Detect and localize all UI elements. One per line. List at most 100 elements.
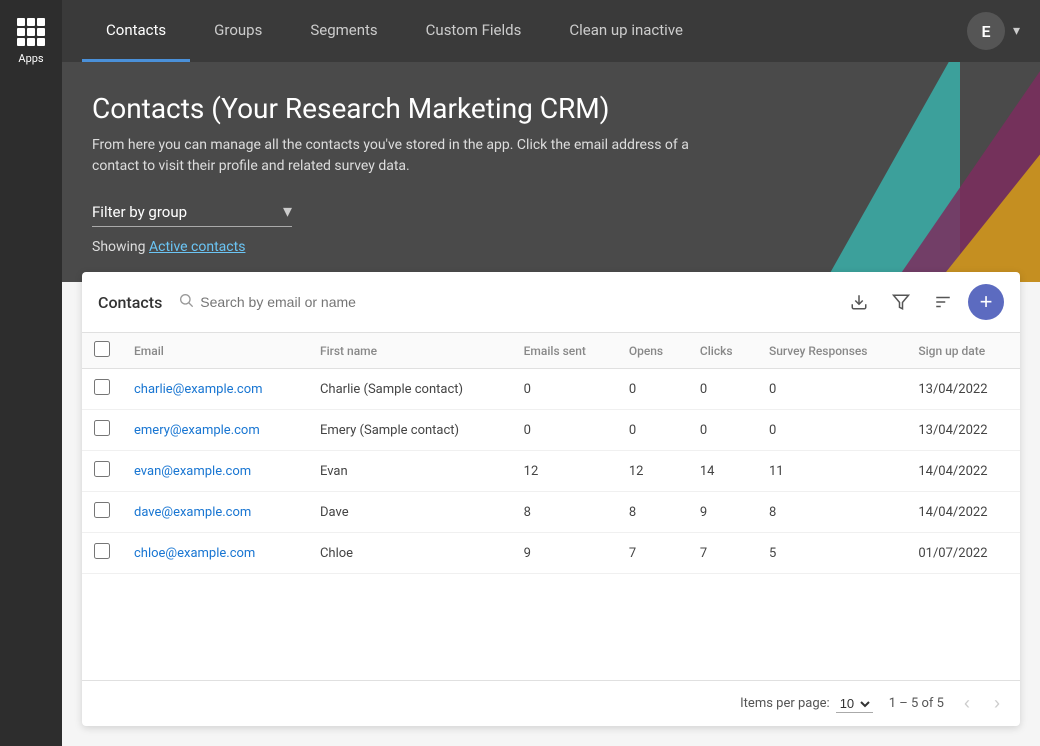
row-emails-sent: 0 — [512, 410, 617, 451]
row-first-name: Charlie (Sample contact) — [308, 369, 512, 410]
row-sign-up-date: 14/04/2022 — [906, 451, 1020, 492]
add-contact-button[interactable]: + — [968, 284, 1004, 320]
tab-clean-up-inactive[interactable]: Clean up inactive — [545, 0, 707, 62]
row-checkbox[interactable] — [94, 420, 110, 436]
hero-subtitle: From here you can manage all the contact… — [92, 135, 692, 177]
prev-page-button[interactable]: ‹ — [960, 691, 974, 716]
row-opens: 0 — [617, 410, 688, 451]
card-header: Contacts — [82, 272, 1020, 333]
row-first-name: Evan — [308, 451, 512, 492]
row-email: dave@example.com — [122, 492, 308, 533]
sidebar-item-apps[interactable]: Apps — [9, 10, 53, 73]
email-link[interactable]: emery@example.com — [134, 423, 260, 438]
row-sign-up-date: 14/04/2022 — [906, 492, 1020, 533]
email-link[interactable]: evan@example.com — [134, 464, 251, 479]
per-page-select[interactable]: 10 25 50 — [836, 695, 873, 713]
pagination-range: 1 – 5 of 5 — [889, 696, 944, 711]
email-link[interactable]: charlie@example.com — [134, 382, 263, 397]
row-emails-sent: 8 — [512, 492, 617, 533]
email-link[interactable]: dave@example.com — [134, 505, 251, 520]
next-page-button[interactable]: › — [990, 691, 1004, 716]
header-email: Email — [122, 333, 308, 369]
table-row: charlie@example.com Charlie (Sample cont… — [82, 369, 1020, 410]
email-link[interactable]: chloe@example.com — [134, 546, 255, 561]
sort-button[interactable] — [926, 285, 960, 319]
row-first-name: Chloe — [308, 533, 512, 574]
row-sign-up-date: 13/04/2022 — [906, 410, 1020, 451]
header-first-name: First name — [308, 333, 512, 369]
select-all-checkbox[interactable] — [94, 341, 110, 357]
sidebar: Apps — [0, 0, 62, 746]
showing-prefix: Showing — [92, 239, 146, 255]
header-emails-sent: Emails sent — [512, 333, 617, 369]
row-clicks: 0 — [688, 369, 757, 410]
filter-label: Filter by group — [92, 203, 187, 221]
top-navigation: Contacts Groups Segments Custom Fields C… — [62, 0, 1040, 62]
row-checkbox-cell — [82, 410, 122, 451]
row-emails-sent: 12 — [512, 451, 617, 492]
row-opens: 12 — [617, 451, 688, 492]
table-container: Email First name Emails sent Opens Click… — [82, 333, 1020, 680]
tab-segments[interactable]: Segments — [286, 0, 401, 62]
row-email: emery@example.com — [122, 410, 308, 451]
row-email: charlie@example.com — [122, 369, 308, 410]
row-sign-up-date: 13/04/2022 — [906, 369, 1020, 410]
pagination-row: Items per page: 10 25 50 1 – 5 of 5 ‹ › — [82, 680, 1020, 726]
row-opens: 7 — [617, 533, 688, 574]
contacts-table: Email First name Emails sent Opens Click… — [82, 333, 1020, 574]
filter-row: Filter by group ▾ — [92, 201, 1010, 227]
search-icon — [178, 292, 194, 312]
header-select-all — [82, 333, 122, 369]
row-checkbox[interactable] — [94, 379, 110, 395]
tab-contacts[interactable]: Contacts — [82, 0, 190, 62]
apps-grid-icon — [17, 18, 45, 46]
search-wrapper — [178, 292, 830, 312]
row-checkbox[interactable] — [94, 461, 110, 477]
row-checkbox-cell — [82, 369, 122, 410]
filter-by-group-dropdown[interactable]: Filter by group ▾ — [92, 201, 292, 227]
items-per-page-label: Items per page: — [740, 696, 830, 711]
search-input[interactable] — [200, 294, 830, 310]
contacts-card: Contacts — [82, 272, 1020, 726]
download-button[interactable] — [842, 285, 876, 319]
table-row: chloe@example.com Chloe 9 7 7 5 01/07/20… — [82, 533, 1020, 574]
row-survey-responses: 5 — [757, 533, 906, 574]
avatar-chevron-icon[interactable]: ▾ — [1013, 23, 1020, 39]
row-clicks: 14 — [688, 451, 757, 492]
row-checkbox[interactable] — [94, 543, 110, 559]
header-clicks: Clicks — [688, 333, 757, 369]
header-sign-up-date: Sign up date — [906, 333, 1020, 369]
row-first-name: Dave — [308, 492, 512, 533]
row-first-name: Emery (Sample contact) — [308, 410, 512, 451]
row-clicks: 7 — [688, 533, 757, 574]
apps-label: Apps — [18, 52, 43, 65]
row-clicks: 9 — [688, 492, 757, 533]
row-email: evan@example.com — [122, 451, 308, 492]
row-opens: 8 — [617, 492, 688, 533]
active-contacts-link[interactable]: Active contacts — [149, 239, 245, 255]
row-checkbox-cell — [82, 533, 122, 574]
header-survey-responses: Survey Responses — [757, 333, 906, 369]
main-content: Contacts Groups Segments Custom Fields C… — [62, 0, 1040, 746]
items-per-page: Items per page: 10 25 50 — [740, 695, 873, 713]
row-checkbox-cell — [82, 451, 122, 492]
table-row: evan@example.com Evan 12 12 14 11 14/04/… — [82, 451, 1020, 492]
nav-right: E ▾ — [967, 12, 1020, 50]
row-checkbox[interactable] — [94, 502, 110, 518]
table-row: emery@example.com Emery (Sample contact)… — [82, 410, 1020, 451]
contacts-tbody: charlie@example.com Charlie (Sample cont… — [82, 369, 1020, 574]
tab-custom-fields[interactable]: Custom Fields — [402, 0, 546, 62]
filter-button[interactable] — [884, 285, 918, 319]
nav-tabs: Contacts Groups Segments Custom Fields C… — [82, 0, 707, 62]
header-opens: Opens — [617, 333, 688, 369]
row-sign-up-date: 01/07/2022 — [906, 533, 1020, 574]
row-emails-sent: 0 — [512, 369, 617, 410]
row-survey-responses: 8 — [757, 492, 906, 533]
tab-groups[interactable]: Groups — [190, 0, 286, 62]
row-emails-sent: 9 — [512, 533, 617, 574]
row-survey-responses: 11 — [757, 451, 906, 492]
page-title: Contacts (Your Research Marketing CRM) — [92, 92, 1010, 125]
avatar[interactable]: E — [967, 12, 1005, 50]
row-survey-responses: 0 — [757, 410, 906, 451]
card-actions: + — [842, 284, 1004, 320]
